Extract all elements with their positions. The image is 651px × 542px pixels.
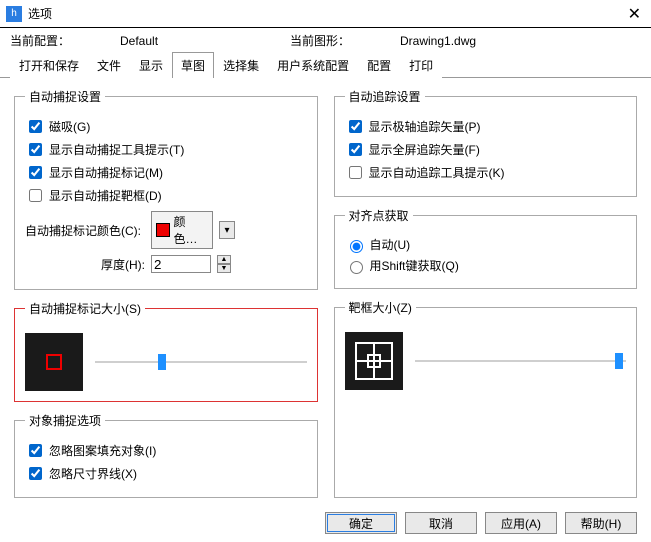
- aperture-size-slider[interactable]: [415, 351, 627, 371]
- osnap-options-group: 对象捕捉选项 忽略图案填充对象(I) 忽略尺寸界线(X): [14, 412, 318, 498]
- chk-aperture[interactable]: 显示自动捕捉靶框(D): [25, 186, 307, 205]
- thickness-spinner: ▲ ▼: [217, 255, 231, 273]
- close-icon[interactable]: ✕: [624, 4, 645, 24]
- autotrack-legend: 自动追踪设置: [345, 88, 425, 105]
- right-column: 自动追踪设置 显示极轴追踪矢量(P) 显示全屏追踪矢量(F) 显示自动追踪工具提…: [334, 88, 638, 498]
- tab-select[interactable]: 选择集: [214, 52, 268, 78]
- alignment-group: 对齐点获取 自动(U) 用Shift键获取(Q): [334, 207, 638, 289]
- current-config-label: 当前配置：: [10, 32, 120, 49]
- chk-aperture-box[interactable]: [29, 189, 42, 202]
- tab-sketch[interactable]: 草图: [172, 52, 214, 78]
- chk-tooltip[interactable]: 显示自动捕捉工具提示(T): [25, 140, 307, 159]
- tab-config[interactable]: 配置: [358, 52, 400, 78]
- osnap-options-legend: 对象捕捉选项: [25, 412, 105, 429]
- tab-file[interactable]: 文件: [88, 52, 130, 78]
- marker-color-dropdown[interactable]: [219, 221, 235, 239]
- alignment-legend: 对齐点获取: [345, 207, 413, 224]
- chk-fullscreen-vector-label: 显示全屏追踪矢量(F): [369, 141, 480, 158]
- chk-track-tooltip[interactable]: 显示自动追踪工具提示(K): [345, 163, 627, 182]
- thickness-down[interactable]: ▼: [217, 264, 231, 273]
- slider-track: [415, 360, 627, 362]
- button-bar: 确定 取消 应用(A) 帮助(H): [0, 504, 651, 542]
- chk-aperture-label: 显示自动捕捉靶框(D): [49, 187, 162, 204]
- autosnap-group: 自动捕捉设置 磁吸(G) 显示自动捕捉工具提示(T) 显示自动捕捉标记(M) 显…: [14, 88, 318, 290]
- chk-fullscreen-vector[interactable]: 显示全屏追踪矢量(F): [345, 140, 627, 159]
- chk-ignore-hatch-label: 忽略图案填充对象(I): [49, 442, 156, 459]
- thickness-row: 厚度(H): ▲ ▼: [25, 255, 307, 273]
- chk-track-tooltip-label: 显示自动追踪工具提示(K): [369, 164, 505, 181]
- chk-marker-box[interactable]: [29, 166, 42, 179]
- chk-polar-vector-box[interactable]: [349, 120, 362, 133]
- chk-marker[interactable]: 显示自动捕捉标记(M): [25, 163, 307, 182]
- chk-ignore-dim-box[interactable]: [29, 467, 42, 480]
- content-area: 自动捕捉设置 磁吸(G) 显示自动捕捉工具提示(T) 显示自动捕捉标记(M) 显…: [0, 78, 651, 498]
- chk-polar-vector[interactable]: 显示极轴追踪矢量(P): [345, 117, 627, 136]
- tab-print[interactable]: 打印: [400, 52, 442, 78]
- chk-magnet[interactable]: 磁吸(G): [25, 117, 307, 136]
- help-button[interactable]: 帮助(H): [565, 512, 637, 534]
- marker-size-row: [25, 333, 307, 391]
- chk-ignore-hatch[interactable]: 忽略图案填充对象(I): [25, 441, 307, 460]
- aperture-size-legend: 靶框大小(Z): [345, 299, 416, 316]
- aperture-size-row: [345, 332, 627, 390]
- tab-user-sys[interactable]: 用户系统配置: [268, 52, 358, 78]
- thickness-label: 厚度(H):: [25, 256, 145, 273]
- chk-ignore-hatch-box[interactable]: [29, 444, 42, 457]
- chk-marker-label: 显示自动捕捉标记(M): [49, 164, 163, 181]
- marker-icon: [46, 354, 62, 370]
- rad-auto[interactable]: 自动(U): [345, 236, 627, 253]
- thickness-up[interactable]: ▲: [217, 255, 231, 264]
- slider-thumb[interactable]: [158, 354, 166, 370]
- marker-color-label: 自动捕捉标记颜色(C):: [25, 222, 145, 239]
- info-row: 当前配置： Default 当前图形： Drawing1.dwg: [0, 28, 651, 51]
- marker-color-text: 颜色…: [174, 213, 209, 247]
- rad-shift-label: 用Shift键获取(Q): [370, 257, 459, 274]
- cancel-button[interactable]: 取消: [405, 512, 477, 534]
- app-icon: h: [6, 6, 22, 22]
- tab-display[interactable]: 显示: [130, 52, 172, 78]
- chk-fullscreen-vector-box[interactable]: [349, 143, 362, 156]
- chk-track-tooltip-box[interactable]: [349, 166, 362, 179]
- slider-thumb[interactable]: [615, 353, 623, 369]
- chk-polar-vector-label: 显示极轴追踪矢量(P): [369, 118, 481, 135]
- autotrack-group: 自动追踪设置 显示极轴追踪矢量(P) 显示全屏追踪矢量(F) 显示自动追踪工具提…: [334, 88, 638, 197]
- window-title: 选项: [28, 5, 52, 22]
- marker-size-slider[interactable]: [95, 352, 307, 372]
- aperture-preview: [345, 332, 403, 390]
- apply-button[interactable]: 应用(A): [485, 512, 557, 534]
- chk-ignore-dim[interactable]: 忽略尺寸界线(X): [25, 464, 307, 483]
- current-drawing-value: Drawing1.dwg: [400, 34, 641, 48]
- chk-tooltip-label: 显示自动捕捉工具提示(T): [49, 141, 184, 158]
- rad-shift-box[interactable]: [350, 261, 363, 274]
- rad-shift[interactable]: 用Shift键获取(Q): [345, 257, 627, 274]
- rad-auto-label: 自动(U): [370, 236, 411, 253]
- current-drawing-label: 当前图形：: [290, 32, 400, 49]
- marker-size-group: 自动捕捉标记大小(S): [14, 300, 318, 402]
- chk-magnet-box[interactable]: [29, 120, 42, 133]
- tab-strip: 打开和保存 文件 显示 草图 选择集 用户系统配置 配置 打印: [0, 51, 651, 78]
- autosnap-legend: 自动捕捉设置: [25, 88, 105, 105]
- marker-size-legend: 自动捕捉标记大小(S): [25, 300, 145, 317]
- title-bar: h 选项 ✕: [0, 0, 651, 28]
- color-swatch-icon: [156, 223, 170, 237]
- chk-magnet-label: 磁吸(G): [49, 118, 90, 135]
- marker-color-row: 自动捕捉标记颜色(C): 颜色…: [25, 211, 307, 249]
- ok-button[interactable]: 确定: [325, 512, 397, 534]
- chk-ignore-dim-label: 忽略尺寸界线(X): [49, 465, 137, 482]
- tab-open-save[interactable]: 打开和保存: [10, 52, 88, 78]
- aperture-size-group: 靶框大小(Z): [334, 299, 638, 498]
- thickness-input[interactable]: [151, 255, 211, 273]
- marker-color-button[interactable]: 颜色…: [151, 211, 213, 249]
- slider-track: [95, 361, 307, 363]
- chk-tooltip-box[interactable]: [29, 143, 42, 156]
- left-column: 自动捕捉设置 磁吸(G) 显示自动捕捉工具提示(T) 显示自动捕捉标记(M) 显…: [14, 88, 318, 498]
- current-config-value: Default: [120, 34, 290, 48]
- aperture-vline-icon: [373, 344, 375, 378]
- marker-preview: [25, 333, 83, 391]
- rad-auto-box[interactable]: [350, 240, 363, 253]
